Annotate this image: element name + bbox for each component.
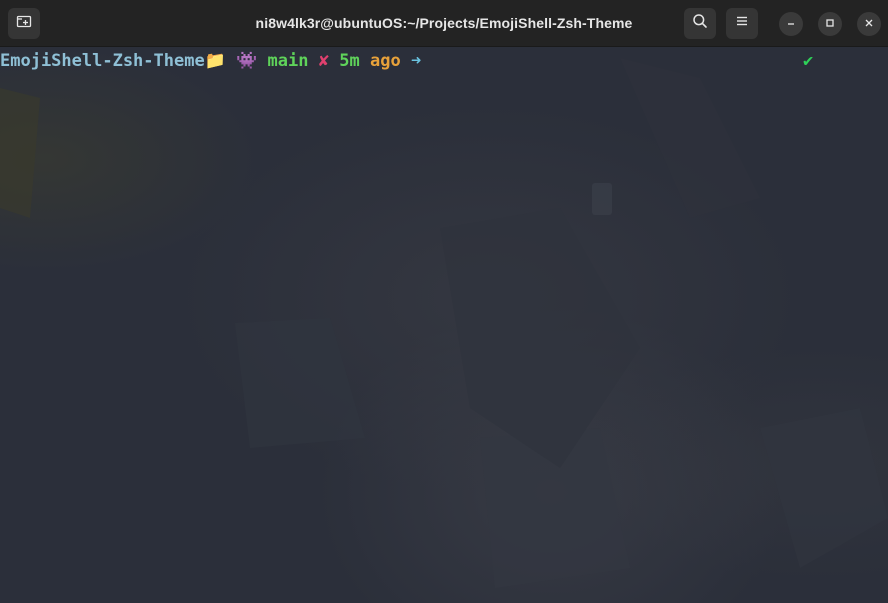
maximize-button[interactable] [818,12,842,36]
window-title: ni8w4lk3r@ubuntuOS:~/Projects/EmojiShell… [255,15,633,31]
folder-icon: 📁 [204,51,226,71]
close-button[interactable] [857,12,881,36]
minimize-button[interactable] [779,12,803,36]
alien-icon: 👾 [236,51,258,71]
last-commit-suffix: ago [369,51,401,71]
terminal-window: ni8w4lk3r@ubuntuOS:~/Projects/EmojiShell… [0,0,888,603]
header-bar: ni8w4lk3r@ubuntuOS:~/Projects/EmojiShell… [0,0,888,47]
hamburger-menu-icon [735,14,749,33]
new-tab-icon [16,13,32,34]
maximize-icon [825,15,835,33]
last-commit-time: 5m [339,51,360,71]
wallpaper-background [0,58,888,588]
prompt-arrow-icon: ➜ [410,51,422,71]
exit-status-check-icon: ✔ [803,51,814,71]
minimize-icon [786,15,796,33]
search-icon [692,13,708,34]
prompt-directory: EmojiShell-Zsh-Theme [0,51,205,71]
menu-button[interactable] [726,8,758,39]
git-dirty-icon: ✘ [318,51,329,71]
terminal-area[interactable]: EmojiShell-Zsh-Theme📁 👾 main ✘ 5m ago ➜ … [0,48,888,603]
new-tab-button[interactable] [8,8,40,39]
git-branch: main [267,51,309,71]
search-button[interactable] [684,8,716,39]
shell-prompt-line: EmojiShell-Zsh-Theme📁 👾 main ✘ 5m ago ➜ [0,48,421,74]
close-icon [864,15,874,33]
